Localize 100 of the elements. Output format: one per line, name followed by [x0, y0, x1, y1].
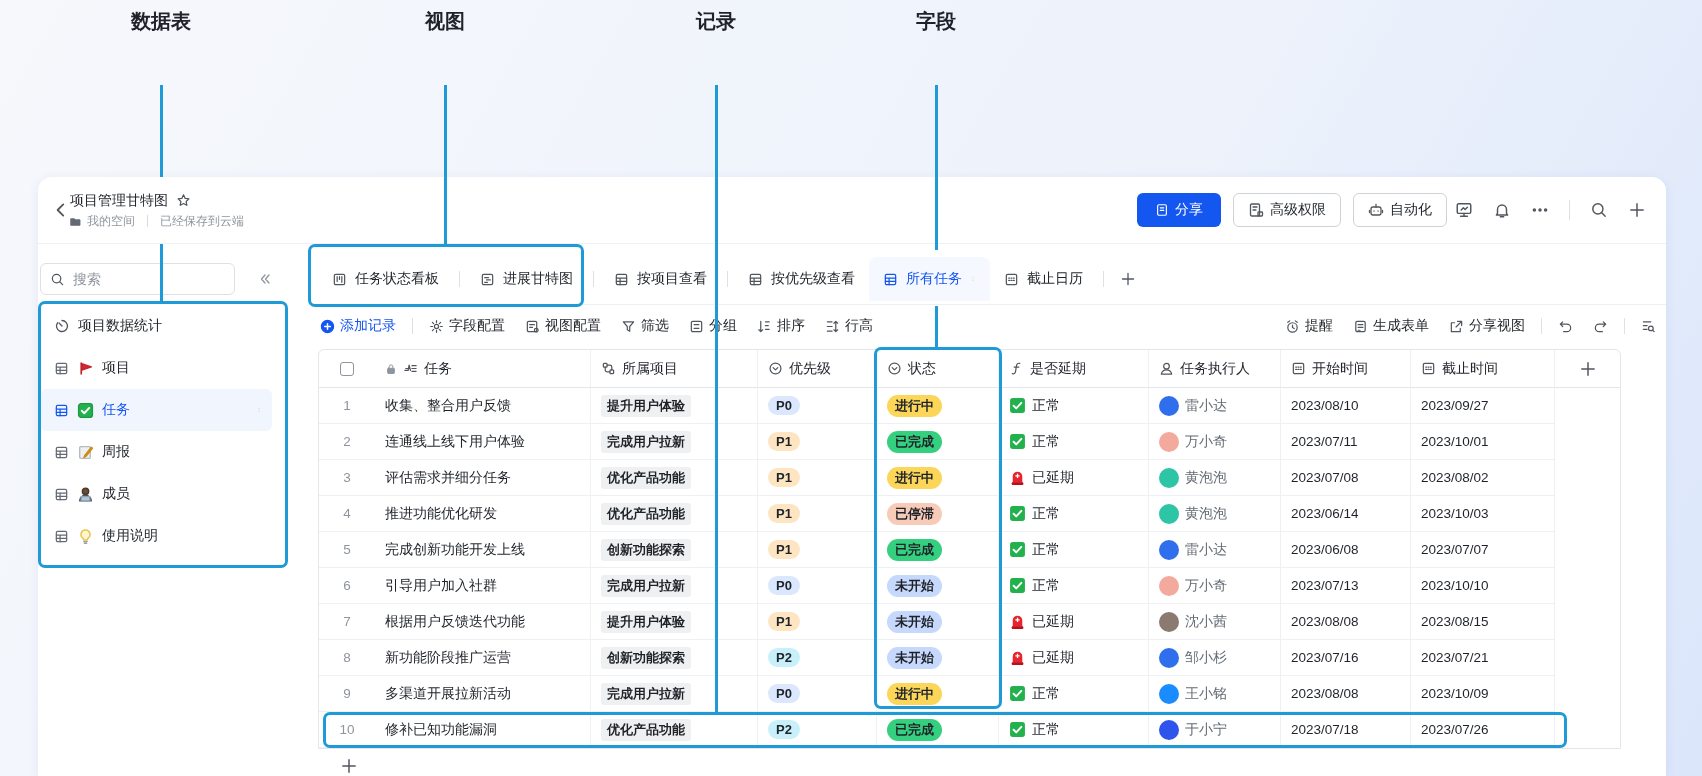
- sidebar-item[interactable]: 使用说明: [40, 515, 272, 557]
- table-cell: 2023/08/08: [1281, 676, 1411, 712]
- toolbar-button[interactable]: 生成表单: [1343, 317, 1439, 335]
- assignee-name: 黄泡泡: [1185, 504, 1227, 523]
- column-header[interactable]: 任务: [375, 350, 591, 388]
- project-tag: 优化产品功能: [601, 502, 691, 525]
- assignee-name: 万小奇: [1185, 432, 1227, 451]
- view-tab[interactable]: 按优先级查看: [734, 257, 869, 301]
- table-cell: 连通线上线下用户体验: [375, 424, 591, 460]
- row-number: 10: [319, 712, 375, 748]
- lock-icon: [385, 362, 397, 375]
- status-tag: 已完成: [887, 430, 942, 453]
- toolbar-button[interactable]: 分享视图: [1439, 317, 1535, 335]
- check-square-icon: [77, 401, 94, 419]
- table-cell: 2023/06/08: [1281, 532, 1411, 568]
- sidebar-item[interactable]: 项目数据统计: [40, 305, 272, 347]
- star-icon[interactable]: [176, 193, 191, 208]
- priority-tag: P0: [768, 684, 800, 703]
- lightbulb-icon: [77, 527, 94, 545]
- bell-icon[interactable]: [1493, 201, 1511, 219]
- assignee-name: 于小宁: [1185, 720, 1227, 739]
- toolbar-button[interactable]: 提醒: [1275, 317, 1343, 335]
- person-icon: [77, 485, 94, 503]
- table-cell: 多渠道开展拉新活动: [375, 676, 591, 712]
- toolbar-button[interactable]: 字段配置: [419, 317, 515, 335]
- permissions-button[interactable]: 高级权限: [1233, 193, 1341, 227]
- column-header[interactable]: 优先级: [758, 350, 877, 388]
- column-header[interactable]: 任务执行人: [1149, 350, 1281, 388]
- sidebar-item[interactable]: 成员: [40, 473, 272, 515]
- callout-line: [935, 306, 938, 347]
- view-tab[interactable]: 任务状态看板: [318, 257, 453, 301]
- robot-icon: [1368, 202, 1384, 218]
- callout-label: 数据表: [131, 9, 191, 34]
- add-view-icon[interactable]: [1120, 271, 1136, 287]
- priority-tag: P1: [768, 612, 800, 631]
- priority-tag: P1: [768, 540, 800, 559]
- callout-line: [160, 244, 163, 301]
- select-all-checkbox[interactable]: [340, 361, 354, 376]
- add-column-icon[interactable]: [1578, 359, 1597, 378]
- toolbar-button[interactable]: 排序: [747, 317, 815, 335]
- table-cell: 修补已知功能漏洞: [375, 712, 591, 748]
- view-tab[interactable]: 进展甘特图: [466, 257, 587, 301]
- redo-icon[interactable]: [1593, 318, 1608, 334]
- add-row-icon[interactable]: [340, 757, 358, 775]
- row-number: 9: [319, 676, 375, 712]
- search-icon: [50, 272, 65, 287]
- board-icon: [332, 271, 347, 287]
- delay-status: 已延期: [1032, 468, 1074, 487]
- delay-status: 正常: [1032, 576, 1060, 595]
- table-cell: 2023/10/10: [1411, 568, 1555, 604]
- dropdown-icon: [768, 361, 783, 376]
- find-icon[interactable]: [1641, 318, 1656, 334]
- plus-icon[interactable]: [1628, 201, 1646, 219]
- toolbar-button[interactable]: 筛选: [611, 317, 679, 335]
- filter-icon: [621, 318, 636, 334]
- plus-circle-icon: [320, 318, 335, 334]
- undo-icon[interactable]: [1558, 318, 1573, 334]
- toolbar-button[interactable]: 视图配置: [515, 317, 611, 335]
- sidebar-item[interactable]: 周报: [40, 431, 272, 473]
- project-tag: 优化产品功能: [601, 466, 691, 489]
- table-cell: 2023/09/27: [1411, 388, 1555, 424]
- toolbar-button[interactable]: 行高: [815, 317, 883, 335]
- add-record-button[interactable]: 添加记录: [318, 317, 406, 335]
- table-cell: 2023/08/08: [1281, 604, 1411, 640]
- folder-icon: [70, 215, 81, 227]
- column-header[interactable]: 状态: [877, 350, 999, 388]
- row-number: 4: [319, 496, 375, 532]
- project-tag: 创新功能探索: [601, 538, 691, 561]
- assignee-name: 雷小达: [1185, 540, 1227, 559]
- column-header[interactable]: 开始时间: [1281, 350, 1411, 388]
- view-tab[interactable]: 所有任务: [869, 257, 990, 301]
- search-field[interactable]: 搜索: [40, 263, 235, 295]
- share-button[interactable]: 分享: [1137, 193, 1221, 227]
- table-cell: 2023/07/18: [1281, 712, 1411, 748]
- table-icon: [54, 402, 69, 418]
- link-field-icon: [601, 361, 616, 376]
- priority-tag: P0: [768, 396, 800, 415]
- save-status: 已经保存到云端: [160, 213, 244, 229]
- callout-label: 视图: [425, 9, 465, 34]
- table-cell: 新功能阶段推广运营: [375, 640, 591, 676]
- assignee-name: 雷小达: [1185, 396, 1227, 415]
- table-cell: 2023/07/13: [1281, 568, 1411, 604]
- view-tab[interactable]: 截止日历: [990, 257, 1097, 301]
- search-icon[interactable]: [1590, 201, 1608, 219]
- monitor-icon[interactable]: [1455, 201, 1473, 219]
- column-header[interactable]: 截止时间: [1411, 350, 1555, 388]
- table-cell: 2023/07/26: [1411, 712, 1555, 748]
- delay-status: 正常: [1032, 396, 1060, 415]
- view-tab[interactable]: 按项目查看: [600, 257, 721, 301]
- group-icon: [689, 318, 704, 334]
- sidebar-item[interactable]: 项目: [40, 347, 272, 389]
- sidebar-item[interactable]: 任务: [40, 389, 272, 431]
- gantt-icon: [480, 271, 495, 287]
- automation-button[interactable]: 自动化: [1353, 193, 1447, 227]
- status-tag: 未开始: [887, 574, 942, 597]
- delay-status: 正常: [1032, 432, 1060, 451]
- grid-icon: [614, 271, 629, 287]
- column-header[interactable]: 是否延期: [999, 350, 1149, 388]
- person-icon: [1159, 361, 1174, 376]
- table-icon: [54, 528, 69, 544]
